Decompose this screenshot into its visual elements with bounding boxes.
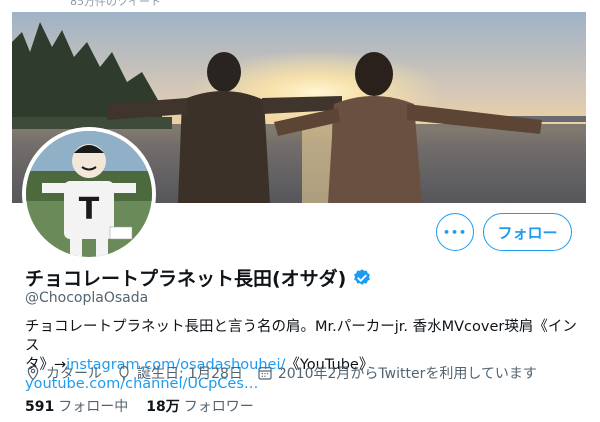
following-value: 591	[25, 399, 55, 415]
followers-value: 18万	[146, 399, 180, 415]
more-icon: •••	[442, 225, 468, 239]
avatar[interactable]: T	[22, 127, 156, 261]
followers-count[interactable]: 18万 フォロワー	[146, 396, 253, 416]
verified-badge-icon	[352, 268, 372, 288]
avatar-image: T	[26, 131, 152, 257]
joined-item: 2010年2月からTwitterを利用しています	[257, 363, 537, 383]
calendar-icon	[258, 367, 272, 380]
display-name: チョコレートプラネット長田(オサダ)	[25, 268, 347, 290]
svg-text:T: T	[79, 192, 100, 227]
birthday-icon	[119, 365, 129, 381]
profile-meta: カタール 誕生日: 1月28日 2010年2月からTwitterを利用しています	[25, 363, 537, 383]
following-label: フォロー中	[58, 399, 129, 415]
joined-text: 2010年2月からTwitterを利用しています	[277, 366, 537, 382]
follow-counts: 591 フォロー中 18万 フォロワー	[25, 396, 254, 416]
location-text: カタール	[46, 366, 102, 382]
following-count[interactable]: 591 フォロー中	[25, 396, 128, 416]
bio-line-1: チョコレートプラネット長田と言う名の肩。Mr.パーカーjr. 香水MVcover…	[25, 319, 577, 354]
location-item: カタール	[25, 363, 102, 383]
tweet-count-text: 85万件のツイート	[70, 0, 161, 8]
followers-label: フォロワー	[183, 399, 254, 415]
birthday-text: 誕生日: 1月28日	[137, 366, 243, 382]
birthday-item: 誕生日: 1月28日	[116, 363, 243, 383]
follow-button[interactable]: フォロー	[483, 213, 572, 251]
header-strip: 85万件のツイート	[0, 0, 600, 12]
location-icon	[27, 365, 39, 381]
user-handle: @ChocoplaOsada	[25, 290, 149, 306]
display-name-row: チョコレートプラネット長田(オサダ)	[25, 264, 372, 291]
more-button[interactable]: •••	[436, 213, 474, 251]
